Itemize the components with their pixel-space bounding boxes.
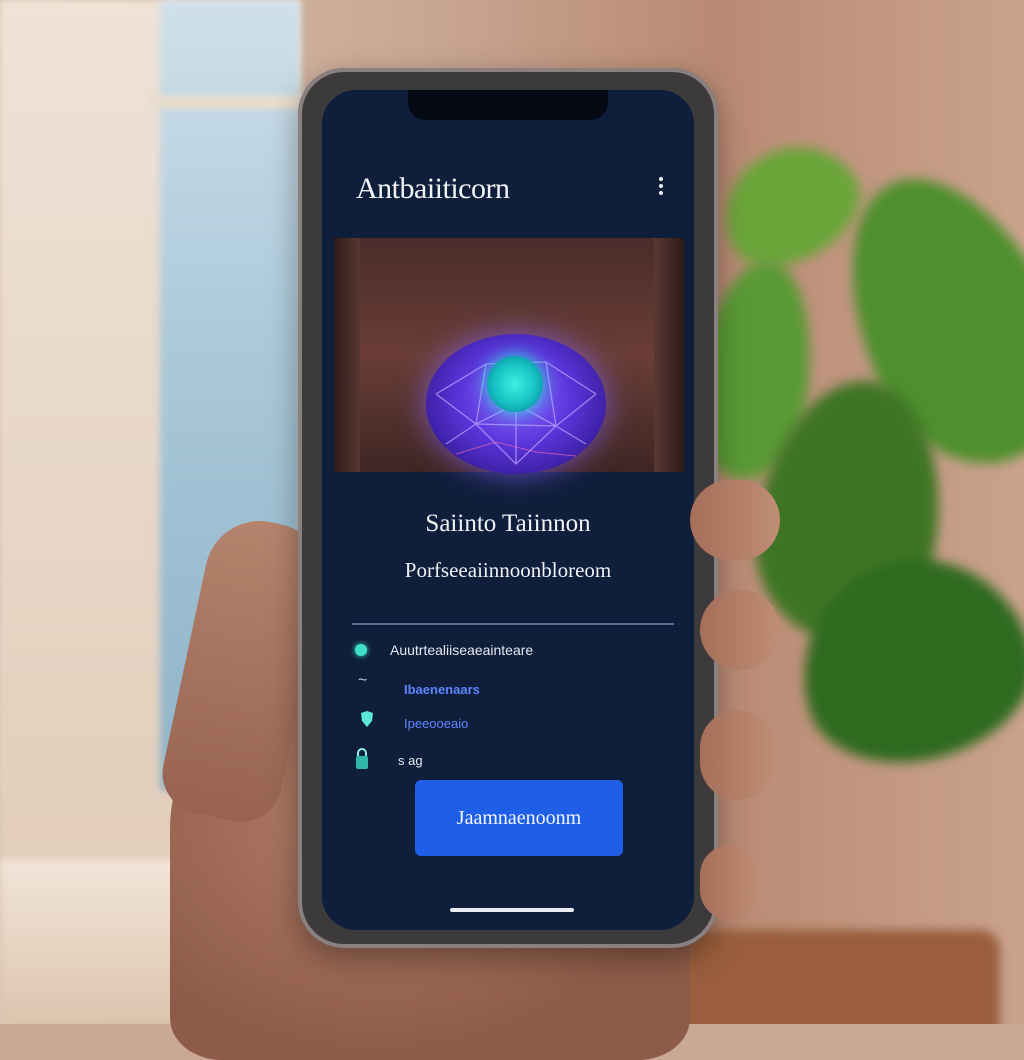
primary-cta-button[interactable]: Jaamnaenoonm — [415, 780, 623, 856]
teal-dot-icon — [355, 644, 367, 656]
app-title: Antbaiiticorn — [356, 172, 510, 205]
subheadline: Porfseeaiinnoonbloreom — [404, 558, 612, 582]
feature-item-2[interactable]: Ibaenenaars — [404, 682, 480, 697]
headline: Saiinto Taiinnon — [425, 510, 591, 537]
hero-pillar-left — [334, 238, 360, 472]
hand-finger — [700, 710, 775, 800]
divider — [352, 623, 674, 625]
window-bar — [150, 95, 310, 109]
orb-core-icon — [487, 356, 543, 412]
hero-image — [334, 238, 684, 474]
phone-screen: Antbaiiticorn Saiinto Taiinnon Porfseeai… — [322, 90, 694, 930]
feature-item-1: Auutrtealiiseaeainteare — [390, 642, 534, 658]
hero-pillar-right — [654, 238, 684, 472]
hand-finger — [690, 480, 780, 560]
shield-icon — [361, 711, 373, 727]
home-indicator[interactable] — [450, 908, 574, 912]
feature-item-4: s ag — [398, 753, 423, 768]
hand-finger — [700, 845, 760, 920]
hand-finger — [700, 590, 780, 670]
plant-pot — [680, 930, 1000, 1024]
feature-item-3[interactable]: Ipeeooeaio — [404, 716, 468, 731]
phone-notch — [408, 90, 608, 120]
lock-icon — [356, 748, 368, 769]
tilde-icon: ~ — [358, 672, 368, 689]
more-options-icon[interactable] — [656, 174, 666, 198]
